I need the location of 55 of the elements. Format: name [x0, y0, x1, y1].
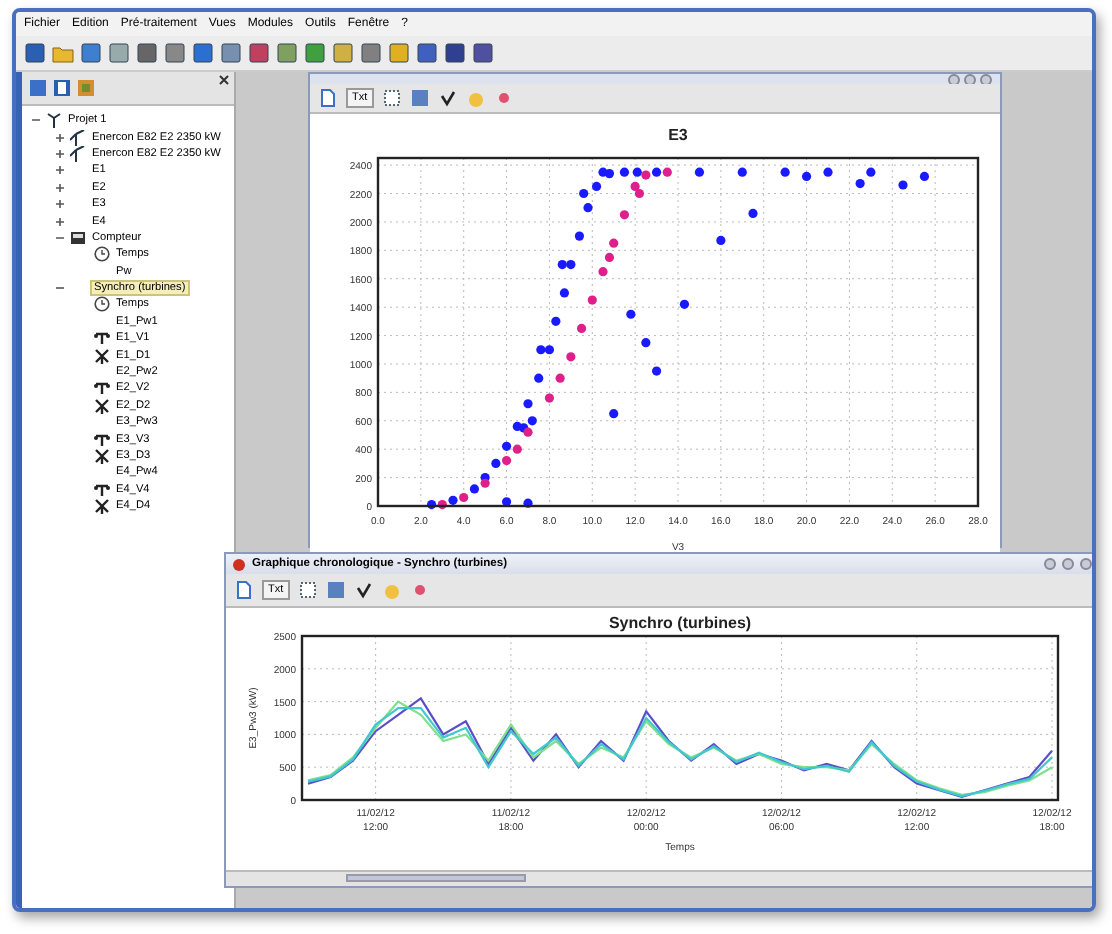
anemometer-icon — [94, 330, 110, 347]
check-icon[interactable] — [437, 88, 458, 108]
toolbar-icon[interactable] — [444, 42, 466, 64]
wind-turbine-icon — [46, 112, 62, 129]
toolbar-icon[interactable] — [24, 42, 46, 64]
scrollbar[interactable] — [226, 870, 1092, 886]
toolbar-icon[interactable] — [297, 580, 318, 600]
expand-icon[interactable] — [54, 215, 66, 228]
toolbar-icon[interactable] — [248, 42, 270, 64]
toolbar-icon[interactable] — [332, 42, 354, 64]
collapse-icon[interactable] — [54, 231, 66, 244]
page-icon[interactable] — [234, 580, 254, 600]
collapse-icon[interactable] — [30, 114, 42, 127]
wind-vane-icon — [94, 448, 110, 464]
toolbar-icon[interactable] — [304, 42, 326, 64]
maximize-button[interactable] — [1062, 558, 1074, 570]
expand-icon[interactable] — [54, 147, 66, 160]
toolbar-icon[interactable] — [381, 88, 402, 108]
anemometer-icon — [94, 431, 110, 448]
wind-vane-icon — [94, 397, 110, 414]
toolbar-icon[interactable] — [164, 42, 186, 64]
meter-icon — [70, 229, 86, 246]
clock-icon — [94, 296, 110, 313]
minimize-button[interactable] — [948, 73, 960, 85]
check-icon[interactable] — [353, 580, 374, 600]
anemometer-icon — [94, 380, 110, 397]
close-button[interactable] — [980, 73, 992, 85]
expand-icon[interactable] — [54, 198, 66, 211]
toolbar-icon[interactable] — [416, 42, 438, 64]
toolbar-icon[interactable] — [136, 42, 158, 64]
clock-icon — [94, 246, 110, 263]
toolbar-icon[interactable] — [80, 42, 102, 64]
chart-title: E3 — [667, 126, 687, 144]
page-icon[interactable] — [318, 88, 338, 108]
toolbar-icon[interactable] — [192, 42, 214, 64]
scrollbar-thumb[interactable] — [346, 874, 526, 882]
app-icon — [232, 557, 246, 571]
chart-title: Synchro (turbines) — [607, 614, 751, 632]
toolbar-icon[interactable] — [360, 42, 382, 64]
toolbar-icon[interactable] — [388, 42, 410, 64]
toolbar-icon[interactable] — [276, 42, 298, 64]
close-icon[interactable] — [218, 74, 230, 86]
expand-icon[interactable] — [54, 131, 66, 144]
toolbar-icon[interactable] — [220, 42, 242, 64]
wind-vane-icon — [94, 347, 110, 364]
expand-icon[interactable] — [54, 164, 66, 177]
wind-vane-icon — [94, 498, 110, 515]
anemometer-icon — [94, 481, 110, 498]
expand-icon[interactable] — [54, 181, 66, 194]
collapse-icon[interactable] — [54, 282, 66, 295]
toolbar-icon[interactable] — [472, 42, 494, 64]
close-button[interactable] — [1080, 558, 1092, 570]
minimize-button[interactable] — [1044, 558, 1056, 570]
maximize-button[interactable] — [964, 73, 976, 85]
toolbar-icon[interactable] — [108, 42, 130, 64]
